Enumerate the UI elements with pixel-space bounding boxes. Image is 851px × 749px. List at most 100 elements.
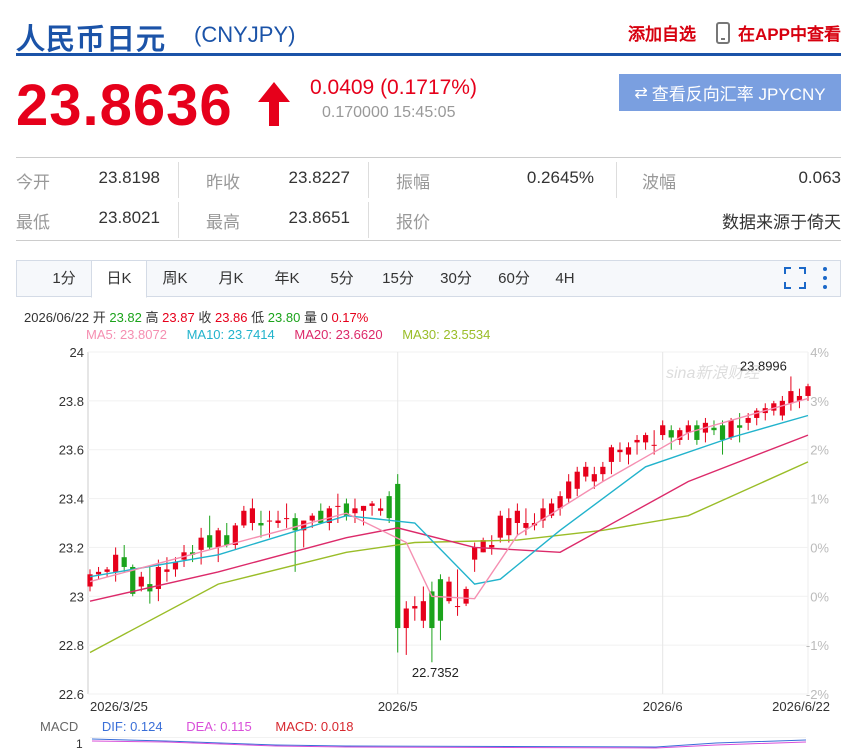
- candle: [378, 508, 384, 511]
- candle: [497, 515, 503, 538]
- reverse-rate-button[interactable]: ⇄ 查看反向汇率 JPYCNY: [619, 74, 841, 111]
- candle: [164, 569, 170, 572]
- ohlc-low: 23.80: [267, 310, 301, 325]
- candle: [412, 606, 418, 609]
- price-change: 0.0409 (0.1717%): [310, 76, 477, 99]
- candle: [489, 544, 495, 548]
- ohlc-high: 23.87: [162, 310, 195, 325]
- candle: [600, 466, 606, 475]
- candle: [121, 557, 127, 567]
- period-tabs: 1分 日K 周K 月K 年K 5分 15分 30分 60分 4H: [16, 260, 841, 298]
- y-tick-label: 22.8: [59, 638, 84, 653]
- ma10-label: MA10: 23.7414: [186, 327, 275, 342]
- candle: [104, 569, 110, 572]
- candle: [651, 444, 657, 446]
- ma5-label: MA5: 23.8072: [86, 327, 167, 342]
- stat-value-amplitude: 0.2645%: [526, 168, 594, 187]
- candle: [95, 571, 102, 575]
- x-tick-label: 2026/6/22: [772, 699, 830, 714]
- stat-value-prev-close: 23.8227: [288, 168, 350, 187]
- macd-legend: MACD DIF: 0.124 DEA: 0.115 MACD: 0.018: [40, 719, 373, 734]
- candle: [283, 518, 290, 520]
- candle: [335, 505, 341, 507]
- candle: [463, 588, 469, 604]
- macd-dif: DIF: 0.124: [101, 719, 163, 734]
- candle: [113, 554, 119, 572]
- tab-1min[interactable]: 1分: [39, 261, 89, 297]
- pct-tick-label: 4%: [810, 345, 829, 360]
- candle: [215, 530, 221, 548]
- candle: [172, 562, 179, 570]
- candle: [437, 579, 444, 621]
- stat-label-low: 最低: [16, 213, 50, 232]
- candle: [608, 447, 615, 462]
- ohlc-pct: 0.17%: [331, 310, 369, 325]
- pct-tick-label: 2%: [810, 443, 829, 458]
- tab-60min[interactable]: 60分: [487, 261, 541, 297]
- pct-tick-label: 0%: [810, 589, 829, 604]
- pct-tick-label: -1%: [806, 638, 830, 653]
- candle: [745, 417, 751, 423]
- stats-row: 今开 23.8198 昨收 23.8227 振幅 0.2645% 波幅 0.06…: [16, 160, 841, 200]
- candle: [369, 503, 375, 506]
- kline-chart[interactable]: 24 4% 23.8 3% 23.6 2% 23.4 1% 23.2 0% 23 0% 22.8 -1% 2…: [16, 344, 841, 729]
- tab-weekly[interactable]: 周K: [149, 261, 201, 297]
- ma30-label: MA30: 23.5534: [402, 327, 491, 342]
- candle: [625, 447, 632, 455]
- candle: [642, 435, 649, 443]
- candle: [523, 523, 529, 528]
- tab-15min[interactable]: 15分: [371, 261, 425, 297]
- x-tick-label: 2026/6: [643, 699, 683, 714]
- tab-4h[interactable]: 4H: [543, 261, 587, 297]
- tab-daily[interactable]: 日K: [91, 260, 147, 298]
- max-annotation: 23.8996: [740, 359, 787, 374]
- ohlc-open-label: 开: [92, 310, 106, 325]
- ohlc-close-label: 收: [198, 310, 212, 325]
- tab-5min[interactable]: 5分: [317, 261, 367, 297]
- ohlc-low-label: 低: [251, 310, 265, 325]
- candle: [395, 483, 401, 629]
- y-tick-label: 23.8: [59, 394, 84, 409]
- candle: [198, 537, 204, 550]
- candle: [634, 439, 640, 443]
- ma10-line: [89, 414, 809, 585]
- candle: [249, 508, 256, 523]
- quote-time: 0.170000 15:45:05: [322, 104, 456, 121]
- stat-value-range: 0.063: [798, 168, 841, 187]
- candle: [805, 386, 811, 396]
- candle: [711, 427, 717, 431]
- stat-label-high: 最高: [206, 213, 240, 232]
- fullscreen-icon[interactable]: [784, 267, 806, 289]
- tab-30min[interactable]: 30分: [429, 261, 483, 297]
- candle: [224, 535, 230, 545]
- tab-yearly[interactable]: 年K: [261, 261, 313, 297]
- candle: [719, 425, 726, 440]
- more-options-icon[interactable]: [822, 267, 828, 289]
- y-tick-label: 23.2: [59, 540, 84, 555]
- candle: [258, 523, 264, 526]
- currency-code: (CNYJPY): [194, 22, 296, 47]
- pct-tick-label: 1%: [810, 492, 829, 507]
- stat-label-open: 今开: [16, 173, 50, 192]
- ohlc-info: 2026/06/22 开 23.82 高 23.87 收 23.86 低 23.…: [24, 307, 368, 326]
- ohlc-high-label: 高: [145, 310, 159, 325]
- candle: [309, 515, 315, 521]
- tab-monthly[interactable]: 月K: [205, 261, 257, 297]
- candle: [574, 471, 580, 489]
- macd-value: MACD: 0.018: [275, 719, 354, 734]
- view-in-app-link[interactable]: 在APP中查看: [738, 20, 841, 45]
- candle: [480, 540, 486, 553]
- candle: [617, 449, 623, 453]
- ohlc-open: 23.82: [109, 310, 142, 325]
- pct-tick-label: 0%: [810, 540, 829, 555]
- add-watchlist-link[interactable]: 添加自选: [628, 20, 696, 45]
- y-tick-label: 23.6: [59, 443, 84, 458]
- ohlc-close: 23.86: [214, 310, 248, 325]
- candle: [660, 425, 666, 436]
- candle: [138, 576, 144, 587]
- candle: [737, 425, 743, 428]
- chart-tools: [784, 267, 828, 289]
- page-title: 人民币日元: [16, 24, 167, 56]
- candle: [266, 520, 273, 522]
- current-price: 23.8636: [16, 73, 233, 138]
